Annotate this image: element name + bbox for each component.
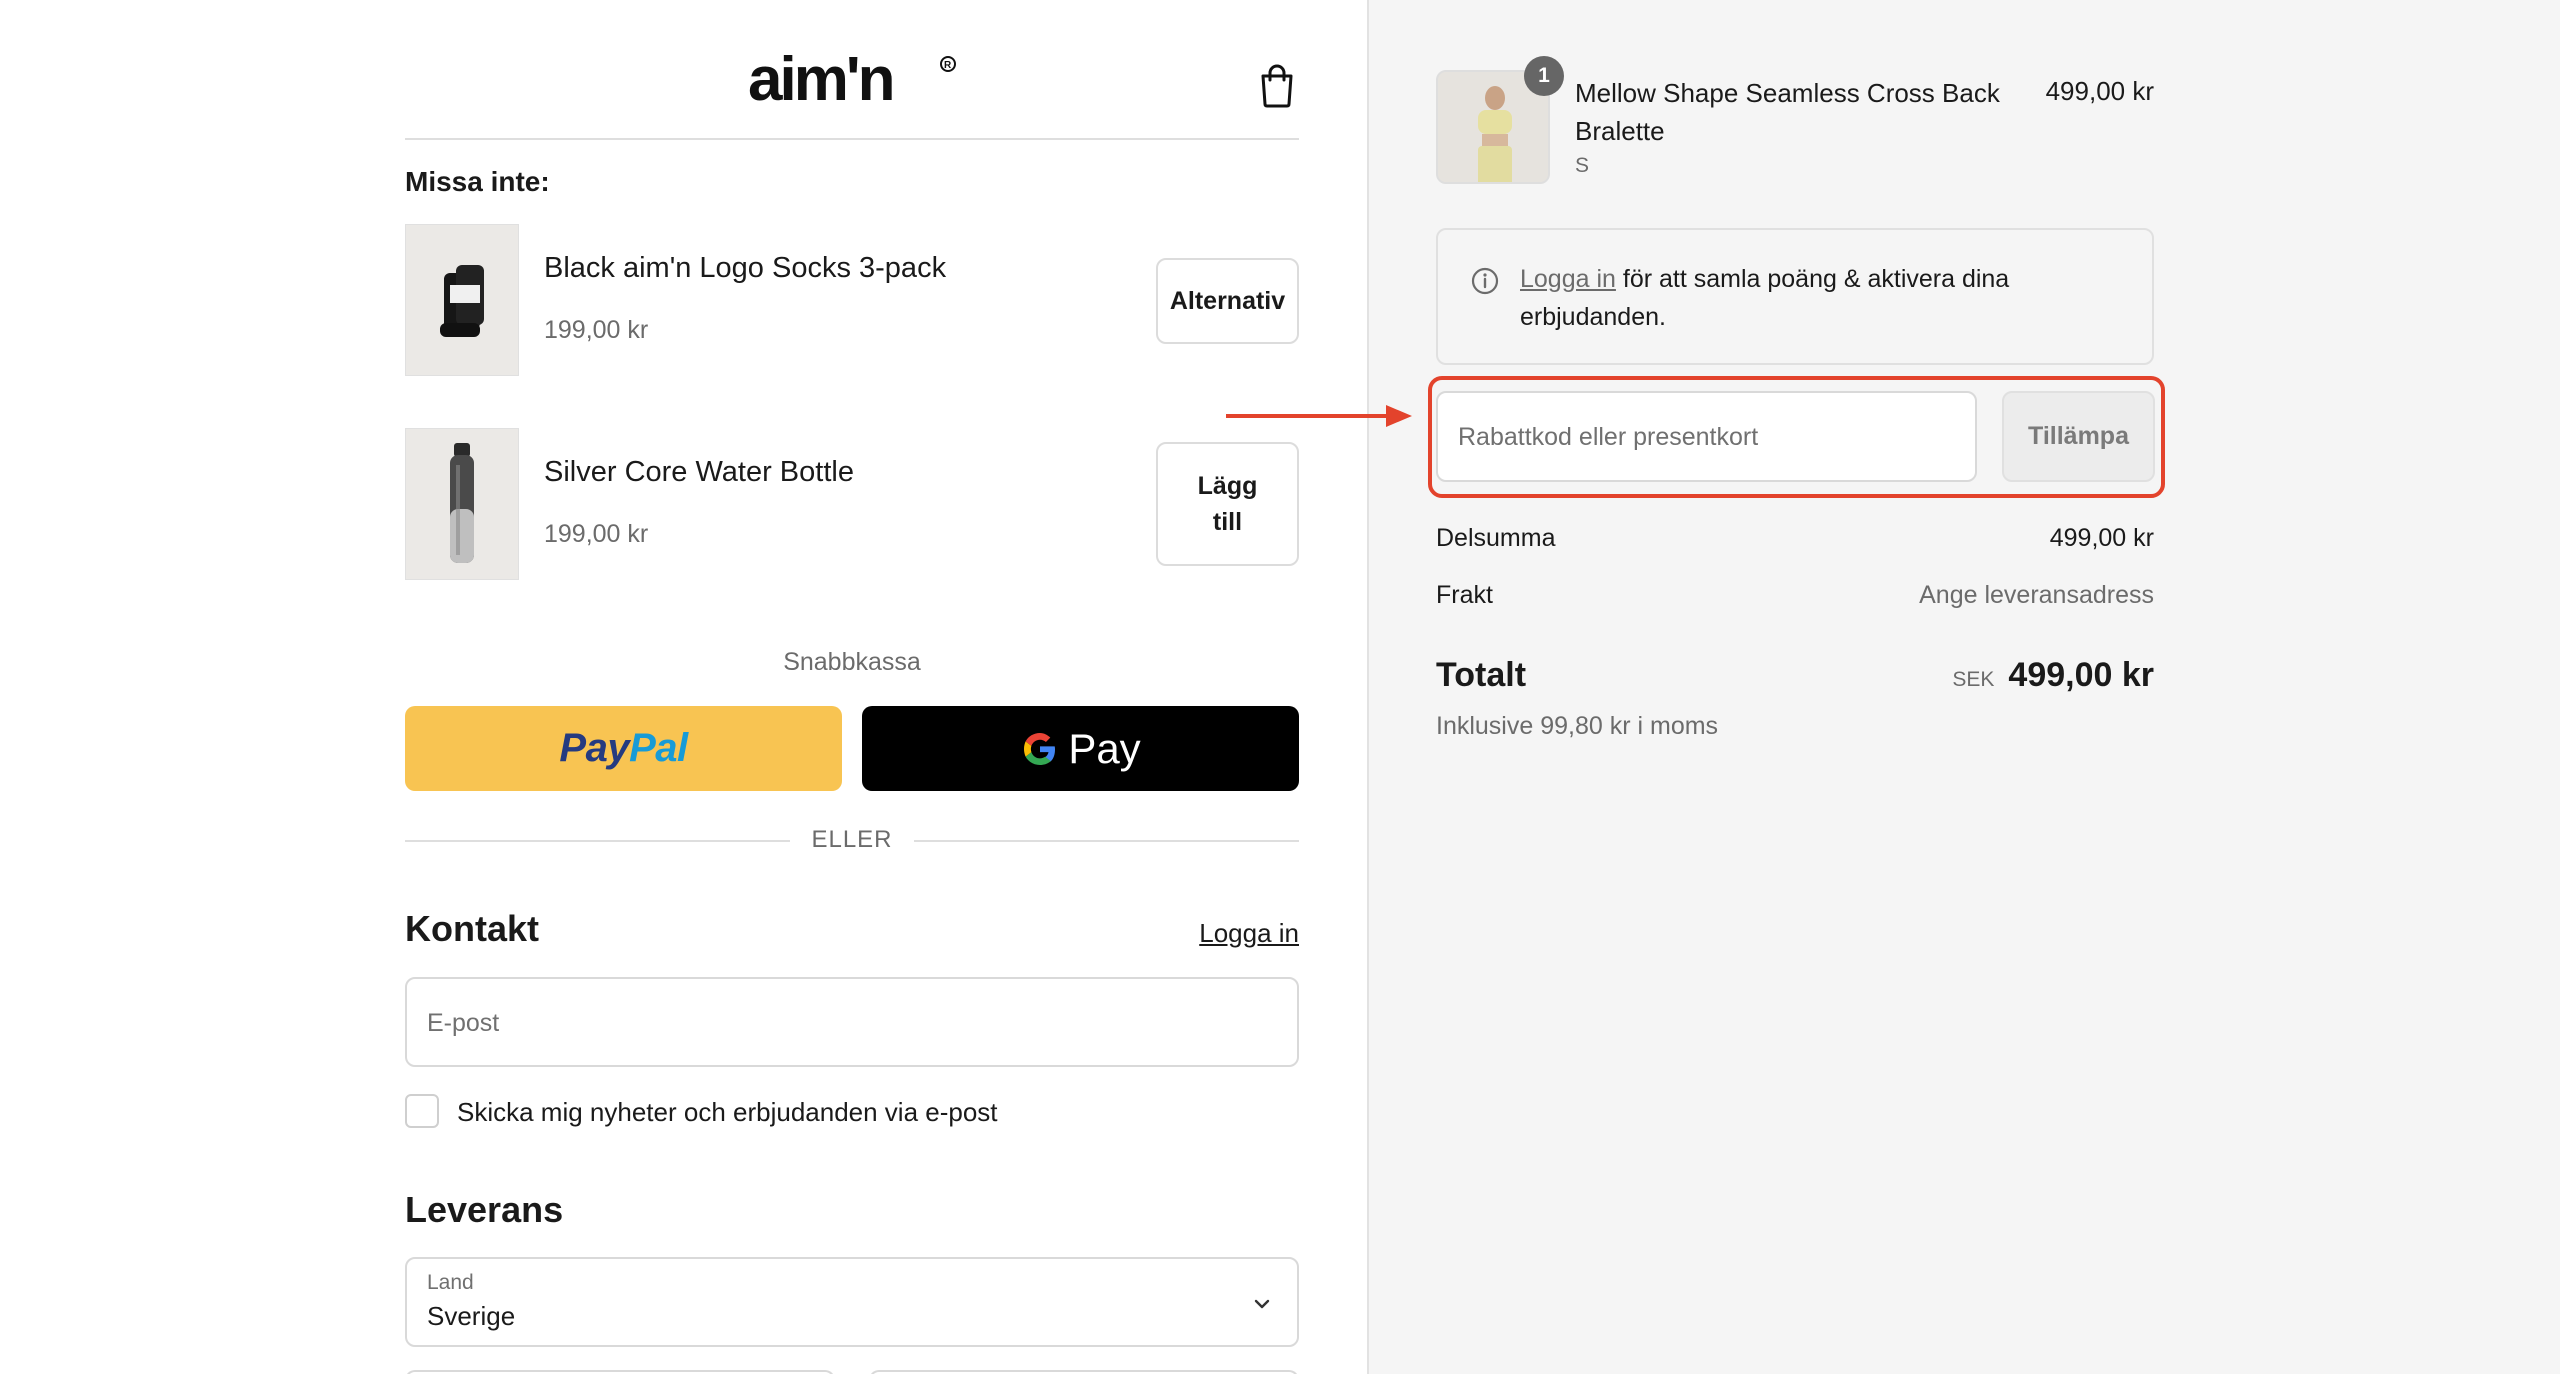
svg-text:R: R: [944, 60, 952, 71]
subtotal-value: 499,00 kr: [2049, 524, 2154, 552]
quantity-badge: 1: [1524, 56, 1564, 96]
express-checkout-label: Snabbkassa: [783, 648, 921, 676]
checkout-main-panel: aim'n R Missa inte: Black aim'n Logo Soc…: [0, 0, 1367, 1374]
login-link[interactable]: Logga in: [1199, 918, 1299, 949]
total-value-group: SEK 499,00 kr: [1952, 656, 2154, 695]
newsletter-checkbox[interactable]: [405, 1094, 439, 1128]
shipping-label: Frakt: [1436, 581, 1493, 609]
currency-code: SEK: [1952, 668, 1995, 691]
total-label: Totalt: [1436, 656, 1527, 694]
divider-line-right: [914, 840, 1299, 842]
email-field[interactable]: E-post: [405, 977, 1299, 1067]
email-placeholder: E-post: [427, 1009, 500, 1037]
address-field-partial[interactable]: [869, 1370, 1299, 1374]
shipping-value: Ange leveransadress: [1919, 581, 2154, 609]
options-button[interactable]: Alternativ: [1156, 258, 1299, 344]
arrow-right-icon: [1226, 405, 1412, 427]
discount-code-input[interactable]: Rabattkod eller presentkort: [1436, 391, 1977, 482]
loyalty-info-text: Logga in för att samla poäng & aktivera …: [1520, 260, 2120, 336]
discount-placeholder: Rabattkod eller presentkort: [1458, 423, 1759, 451]
shopping-bag-icon[interactable]: [1257, 62, 1297, 108]
delivery-heading: Leverans: [405, 1189, 564, 1230]
upsell-item-price: 199,00 kr: [544, 520, 649, 548]
aimn-logo[interactable]: aim'n R: [748, 48, 958, 118]
info-icon: [1471, 267, 1499, 295]
product-variant: S: [1575, 154, 1590, 177]
upsell-item: Black aim'n Logo Socks 3-pack 199,00 kr …: [405, 224, 1299, 376]
socks-thumbnail[interactable]: [405, 224, 519, 376]
country-value: Sverige: [427, 1301, 516, 1331]
newsletter-label[interactable]: Skicka mig nyheter och erbjudanden via e…: [457, 1097, 998, 1128]
upsell-item-name[interactable]: Silver Core Water Bottle: [544, 456, 854, 489]
country-select[interactable]: Land Sverige: [405, 1257, 1299, 1347]
bottle-thumbnail[interactable]: [405, 428, 519, 580]
upsell-item-price: 199,00 kr: [544, 316, 649, 344]
total-amount: 499,00 kr: [2008, 656, 2154, 694]
upsell-item: Silver Core Water Bottle 199,00 kr Lägg …: [405, 428, 1299, 580]
logo-text: aim'n: [748, 48, 893, 114]
paypal-logo: PayPal: [559, 726, 688, 770]
upsell-title: Missa inte:: [405, 166, 550, 197]
loyalty-login-link[interactable]: Logga in: [1520, 265, 1616, 293]
google-pay-label: Pay: [1068, 724, 1141, 772]
product-price: 499,00 kr: [2045, 76, 2154, 106]
loyalty-info-box: Logga in för att samla poäng & aktivera …: [1436, 228, 2154, 365]
add-button-label-line2: till: [1212, 508, 1243, 536]
google-g-icon: [1024, 732, 1056, 765]
google-pay-button[interactable]: Pay: [862, 706, 1299, 791]
chevron-down-icon: [1254, 1299, 1270, 1309]
add-button-label-line1: Lägg: [1197, 471, 1258, 500]
paypal-button[interactable]: PayPal: [405, 706, 842, 791]
product-name: Mellow Shape Seamless Cross Back Bralett…: [1575, 78, 2000, 146]
contact-heading: Kontakt: [405, 908, 539, 949]
tax-note: Inklusive 99,80 kr i moms: [1436, 712, 1719, 740]
checkout-header: aim'n R: [405, 0, 1299, 140]
apply-discount-button[interactable]: Tillämpa: [2002, 391, 2155, 482]
subtotal-label: Delsumma: [1436, 524, 1556, 552]
upsell-item-name[interactable]: Black aim'n Logo Socks 3-pack: [544, 252, 946, 285]
country-label: Land: [427, 1271, 474, 1294]
add-to-cart-button[interactable]: Lägg till: [1156, 442, 1299, 566]
or-divider: ELLER: [405, 824, 1299, 856]
address-field-partial[interactable]: [405, 1370, 835, 1374]
